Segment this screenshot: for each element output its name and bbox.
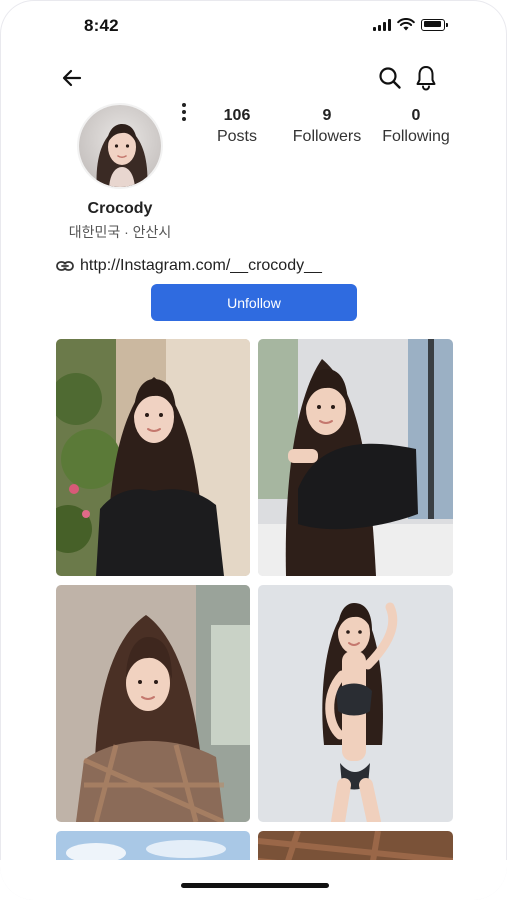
posts-label: Posts <box>216 128 257 145</box>
cellular-signal-icon <box>373 18 391 31</box>
status-icons <box>373 18 448 31</box>
status-time: 8:42 <box>84 16 119 35</box>
stat-following[interactable]: 0 Following <box>378 106 454 147</box>
search-button[interactable] <box>376 64 404 92</box>
search-icon <box>379 67 401 89</box>
back-arrow-icon <box>62 69 82 87</box>
notifications-button[interactable] <box>412 63 440 93</box>
post-photo-4 <box>258 585 453 822</box>
post-photo-2 <box>258 339 453 576</box>
wifi-icon <box>397 18 415 31</box>
profile-link-text: http://Instagram.com/__crocody__ <box>80 257 322 274</box>
profile-name: Crocody <box>87 200 153 217</box>
post-tile[interactable] <box>258 339 453 576</box>
bottom-safe-area <box>0 860 507 900</box>
more-options-button[interactable] <box>176 101 192 123</box>
post-tile[interactable] <box>56 339 250 576</box>
unfollow-button[interactable]: Unfollow <box>151 284 357 321</box>
post-photo-3 <box>56 585 250 822</box>
status-bar: 8:42 <box>0 0 507 52</box>
stat-posts[interactable]: 106 Posts <box>209 106 265 147</box>
profile-avatar[interactable] <box>77 103 163 189</box>
posts-count: 106 <box>223 107 251 124</box>
post-photo-1 <box>56 339 250 576</box>
battery-icon <box>421 18 448 31</box>
following-count: 0 <box>411 107 421 124</box>
phone-screen: 8:42 106 Posts 9 Followers 0 Following C… <box>0 0 507 900</box>
link-icon <box>56 261 74 271</box>
followers-label: Followers <box>292 128 362 145</box>
bell-icon <box>416 66 436 91</box>
stat-followers[interactable]: 9 Followers <box>287 106 367 147</box>
avatar-photo <box>79 105 161 187</box>
following-label: Following <box>382 128 450 145</box>
post-tile[interactable] <box>56 585 250 822</box>
profile-location: 대한민국 · 안산시 <box>68 224 172 240</box>
more-vertical-icon <box>182 103 186 107</box>
post-tile[interactable] <box>258 585 453 822</box>
profile-link[interactable]: http://Instagram.com/__crocody__ <box>56 257 322 275</box>
home-indicator[interactable] <box>181 883 329 888</box>
followers-count: 9 <box>322 107 332 124</box>
back-button[interactable] <box>58 64 86 92</box>
